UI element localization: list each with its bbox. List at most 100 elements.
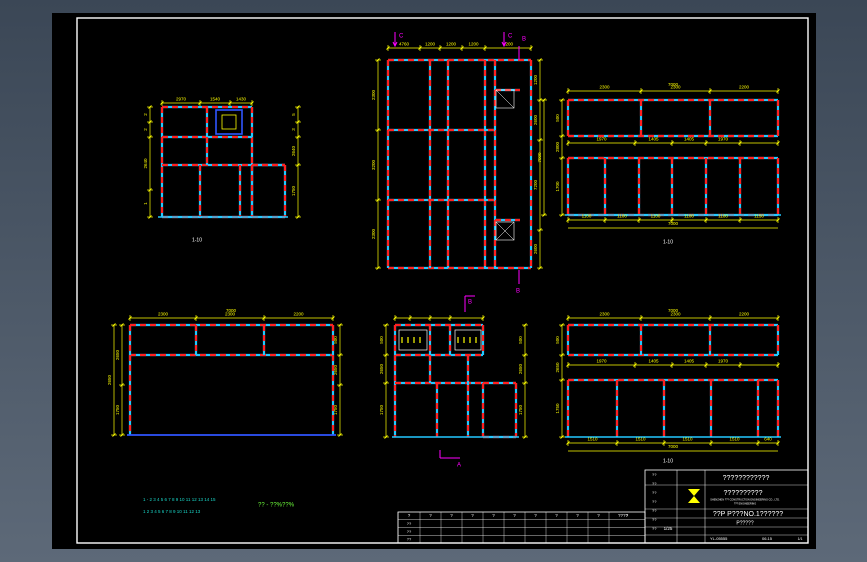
title-block-label: ?? (652, 517, 657, 522)
revision-header: ? (555, 513, 558, 518)
section-label: A (457, 463, 461, 469)
window-frame (398, 329, 428, 351)
dimension-text: 1405 (648, 137, 659, 142)
dimension-text: 7000 (226, 308, 237, 313)
dimension-text: 1200 (533, 74, 538, 85)
view-top-left: 2970 1540 1430 2 2 2640 1 5 3 2640 1750 1-10 (143, 97, 301, 243)
revision-row-label: ?? (407, 537, 412, 542)
company-logo (688, 489, 700, 503)
company-name: ???????????? (723, 475, 770, 482)
dimension-text: 1750 (115, 404, 120, 415)
dimension-text: 1750 (555, 403, 560, 414)
dimension-text: 1970 (718, 137, 729, 142)
view-bottom-left: 2300 2300 2200700026501750265050026501750 (107, 308, 343, 437)
dimension-text: 1200 (446, 42, 457, 47)
revision-header: ? (597, 513, 600, 518)
dimension-text: 2600 (533, 114, 538, 125)
revision-row-label: ?? (407, 521, 412, 526)
revision-header: ? (492, 513, 495, 518)
drawing-date: 06.15 (762, 536, 773, 541)
dimension-text: 1970 (718, 359, 729, 364)
dimension-text: 1750 (291, 185, 296, 196)
view-top-middle: 4760 1200 1200 1200 120023003200230012002600… (371, 32, 543, 295)
dimension-text: 1405 (684, 359, 695, 364)
dimension-text: 7200 (533, 179, 538, 190)
door-swing (495, 89, 515, 109)
title-small-text: SHENZHEN ??? CONSTRUCTION ENGINEERING CO… (710, 499, 780, 502)
dimension-text: 1200 (425, 42, 436, 47)
dimension-text: 7000 (668, 221, 679, 226)
drawing-number: YL-05555 (710, 536, 728, 541)
window-frame (454, 329, 482, 351)
dimension-text: 500 (518, 336, 523, 344)
dimension-text: 2640 (291, 145, 296, 156)
dimension-text: 1510 (729, 437, 740, 442)
dimension-text: 3 (291, 128, 296, 131)
dimension-text: 2650 (107, 374, 112, 385)
dimension-text: 2200 (739, 85, 750, 90)
title-block-label: ?? (652, 508, 657, 513)
drawing-frame (76, 17, 809, 544)
section-label: B (522, 37, 526, 43)
sheet-number: 1/1 (798, 537, 803, 541)
dimension-text: 1405 (684, 137, 695, 142)
dimension-text: 1750 (379, 404, 384, 415)
dimension-text: 1 (143, 202, 148, 205)
notes-area: 1 - 2 3 4 5 6 7 8 9 10 11 12 13 14 15 1 2… (143, 497, 295, 514)
view-label: 1-10 (192, 237, 202, 243)
view-label: 1-10 (663, 239, 673, 245)
cad-drawing: 2970 1540 1430 2 2 2640 1 5 3 2640 1750 1-10 4760 120… (76, 17, 809, 544)
dimension-text: 2200 (293, 312, 304, 317)
revision-row-label: ?? (407, 529, 412, 534)
revision-header: ? (408, 513, 411, 518)
dimension-text: 4760 (399, 42, 410, 47)
dimension-text: 1540 (210, 97, 221, 102)
dimension-text: 1100 (617, 214, 627, 219)
dimension-text: 1405 (648, 359, 659, 364)
cad-viewport[interactable]: 2970 1540 1430 2 2 2640 1 5 3 2640 1750 1-10 4760 120… (52, 13, 816, 549)
revision-header: ? (576, 513, 579, 518)
revision-header: ? (471, 513, 474, 518)
dimension-text: 1970 (596, 137, 607, 142)
dimension-text: 2970 (176, 97, 187, 102)
note-line: 1 2 3 4 5 6 7 8 9 10 11 12 13 (143, 509, 201, 514)
dimension-text: 500 (555, 336, 560, 344)
dimension-text: 7000 (668, 308, 679, 313)
title-block-label: ?? (652, 472, 657, 477)
dimension-text: 7000 (668, 444, 679, 449)
window-frame (215, 109, 243, 135)
dimension-text: 5 (291, 113, 296, 116)
dimension-text: 640 (764, 437, 772, 442)
drawing-subname: P????? (736, 520, 753, 526)
dimension-text: 7000 (537, 152, 542, 163)
title-block-label: ?? (652, 499, 657, 504)
dimension-text: 2650 (115, 349, 120, 360)
dimension-text: 1700 (555, 181, 560, 192)
title-block-label: ?? (652, 526, 657, 531)
dimension-text: 2200 (739, 312, 750, 317)
dimension-text: 500 (379, 336, 384, 344)
dimension-text: 2640 (143, 158, 148, 169)
view-label: 1-10 (663, 458, 673, 464)
revision-header: ? (429, 513, 432, 518)
dimension-text: 1750 (518, 404, 523, 415)
dimension-text: 500 (333, 336, 338, 344)
section-label: C (399, 34, 404, 40)
note-line: 1 - 2 3 4 5 6 7 8 9 10 11 12 13 14 15 (143, 497, 216, 502)
revision-header: ???? (618, 513, 629, 518)
view-bottom-middle: 500 2650 1750 500 2650 1750 B A (379, 295, 528, 469)
dimension-text: 2650 (379, 363, 384, 374)
title-block: ????????????????????????????????????????… (397, 469, 809, 544)
dimension-text: 3200 (371, 159, 376, 170)
drawing-name: ??P P???NO.1?????? (713, 511, 783, 518)
window-inner (221, 114, 237, 130)
section-label: B (516, 289, 520, 295)
dimension-text: 2800 (555, 141, 560, 152)
border-frame (76, 17, 809, 544)
dimension-text: 1100 (684, 214, 694, 219)
dimension-text: 2600 (533, 243, 538, 254)
dimension-text: 1970 (596, 359, 607, 364)
dimension-text: 1100 (582, 214, 592, 219)
section-label: C (508, 34, 513, 40)
dimension-text: 2300 (599, 312, 610, 317)
